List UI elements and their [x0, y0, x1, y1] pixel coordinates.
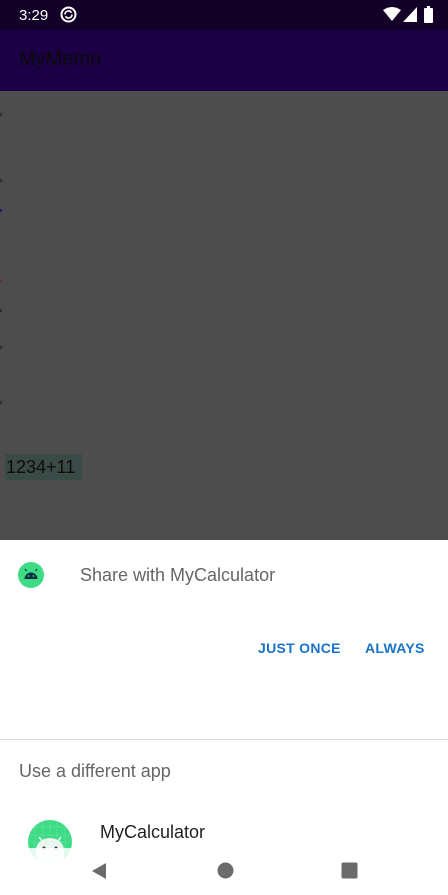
android-app-icon [18, 562, 44, 588]
battery-icon [424, 6, 433, 23]
app-title: MyMemo [19, 48, 102, 70]
navigation-bar [0, 848, 448, 895]
just-once-button[interactable]: JUST ONCE [250, 634, 349, 662]
wifi-icon [383, 7, 401, 21]
memo-selected-text: 1234+11 [6, 457, 76, 477]
app-bar: MyMemo [0, 30, 448, 91]
back-icon[interactable] [90, 862, 108, 880]
app-list-item-label: MyCalculator [100, 822, 206, 842]
status-bar: 3:29 [0, 0, 448, 30]
scrollbar-edge [0, 91, 2, 540]
sync-icon [60, 6, 77, 23]
signal-icon [403, 7, 417, 22]
memo-content-dimmed: 1234+11 [0, 91, 448, 540]
sheet-divider [0, 739, 448, 740]
share-bottom-sheet: Share with MyCalculator JUST ONCE ALWAYS… [0, 540, 448, 895]
recents-icon[interactable] [341, 862, 358, 879]
status-time: 3:29 [19, 7, 49, 24]
use-different-app-header: Use a different app [19, 761, 171, 781]
share-sheet-title: Share with MyCalculator [80, 565, 276, 585]
home-icon[interactable] [217, 862, 234, 879]
screen: 3:29 MyMemo 1234+11 Share with MyCalcula… [0, 0, 448, 895]
always-button[interactable]: ALWAYS [357, 634, 433, 662]
